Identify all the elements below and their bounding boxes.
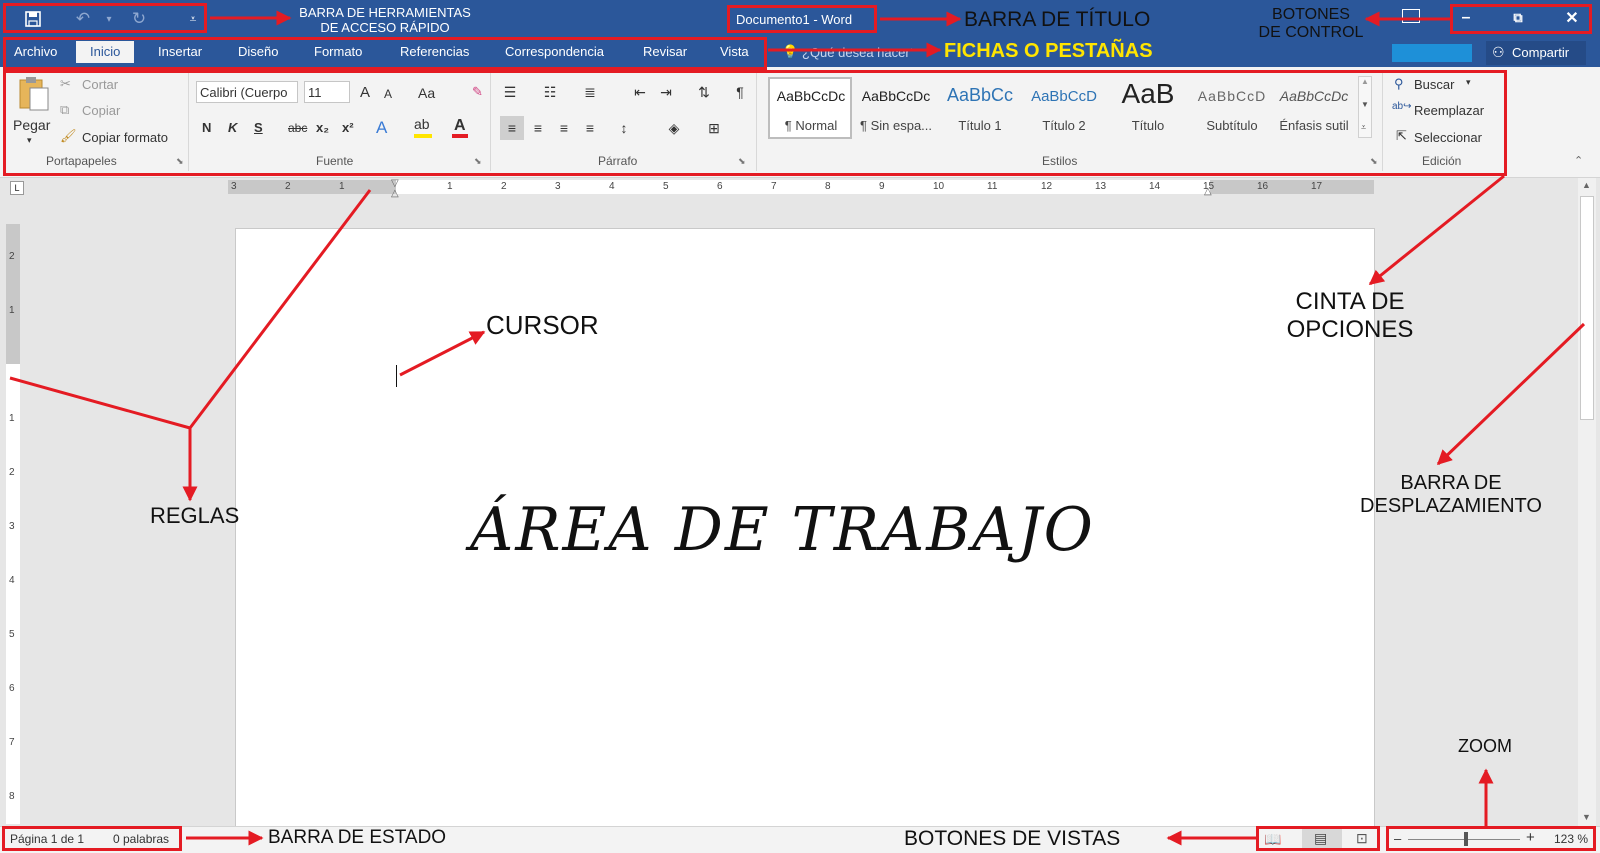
annotation-status: BARRA DE ESTADO: [268, 827, 447, 848]
annotation-cursor: CURSOR: [486, 310, 599, 340]
annotation-arrows: [9, 10, 1586, 846]
arrow-scroll: [1436, 322, 1586, 466]
arrow-cursor: [399, 330, 486, 377]
annotation-rulers: REGLAS: [150, 503, 240, 528]
annotation-zoom: ZOOM: [1458, 736, 1512, 756]
annotation-controls: BOTONES DE CONTROL: [1258, 6, 1364, 42]
annotation-ribbon: CINTA DE OPCIONES: [1286, 288, 1414, 343]
annotation-scroll: BARRA DE DESPLAZAMIENTO: [1360, 472, 1542, 517]
annotation-tabs: FICHAS O PESTAÑAS: [944, 40, 1153, 62]
annotation-views: BOTONES DE VISTAS: [904, 827, 1121, 850]
arrow-rulers-left: [9, 376, 191, 430]
annotation-title: BARRA DE TÍTULO: [964, 8, 1151, 31]
annotation-qat: BARRA DE HERRAMIENTAS DE ACCESO RÁPIDO: [299, 5, 471, 35]
arrow-rulers-top: [188, 189, 372, 429]
arrow-ribbon: [1368, 174, 1505, 286]
